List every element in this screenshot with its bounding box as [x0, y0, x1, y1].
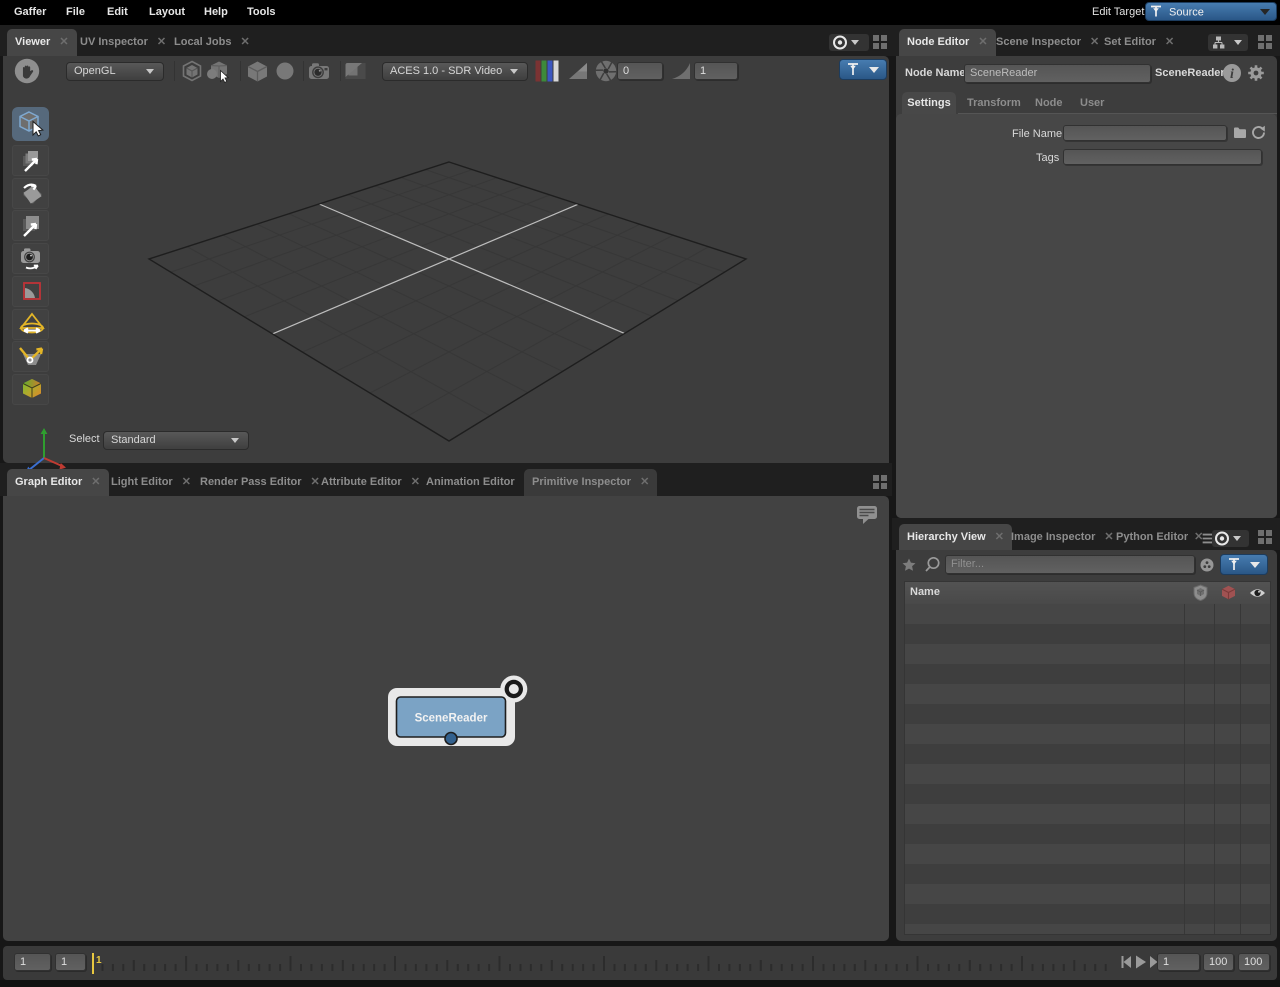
svg-text:i: i	[1230, 67, 1234, 82]
svg-text:Source: Source	[1169, 7, 1204, 19]
svg-text:SceneReader: SceneReader	[415, 713, 488, 725]
